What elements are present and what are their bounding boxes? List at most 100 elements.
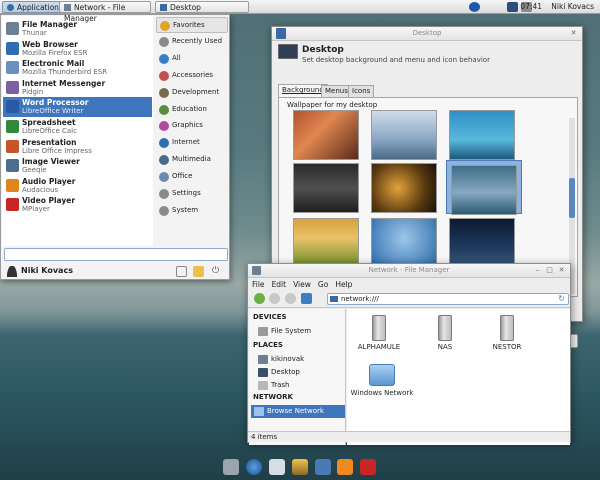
app-item-electronic-mail[interactable]: Electronic Mail Mozilla Thunderbird ESR xyxy=(3,58,152,78)
wallpaper-thumbnail[interactable] xyxy=(371,218,437,268)
forward-icon[interactable] xyxy=(269,293,280,304)
video-player-icon[interactable] xyxy=(360,459,376,475)
file-manager-icon[interactable] xyxy=(223,459,239,475)
sidebar-item-home[interactable]: kikinovak xyxy=(255,353,345,366)
network-item-alphamule[interactable]: ALPHAMULE xyxy=(347,315,411,351)
category-icon xyxy=(160,21,170,31)
close-icon[interactable]: ✕ xyxy=(557,266,566,275)
app-icon xyxy=(6,22,19,35)
category-internet[interactable]: Internet xyxy=(156,135,228,151)
category-icon xyxy=(159,36,169,47)
category-favorites[interactable]: Favorites xyxy=(156,17,228,33)
server-icon xyxy=(372,315,386,341)
sidebar-item-browse-network[interactable]: Browse Network xyxy=(251,405,345,418)
wallpaper-thumbnail[interactable] xyxy=(449,110,515,160)
category-icon xyxy=(159,205,169,216)
wallpaper-thumbnail[interactable] xyxy=(449,218,515,268)
category-education[interactable]: Education xyxy=(156,102,228,118)
menu-edit[interactable]: Edit xyxy=(268,278,290,289)
category-icon xyxy=(159,189,169,199)
network-item-nas[interactable]: NAS xyxy=(413,315,477,351)
category-multimedia[interactable]: Multimedia xyxy=(156,152,228,168)
category-all[interactable]: All xyxy=(156,51,228,67)
app-item-image-viewer[interactable]: Image Viewer Geeqie xyxy=(3,156,152,176)
parent-folder-icon[interactable] xyxy=(285,293,296,304)
app-icon xyxy=(6,100,19,114)
web-browser-icon[interactable] xyxy=(246,459,262,475)
window-menu-icon[interactable] xyxy=(276,28,286,39)
app-item-presentation[interactable]: Presentation Libre Office Impress xyxy=(3,137,152,157)
search-input[interactable] xyxy=(4,248,228,261)
wallpaper-thumbnail[interactable] xyxy=(371,163,437,213)
app-item-audio-player[interactable]: Audio Player Audacious xyxy=(3,176,152,196)
category-graphics[interactable]: Graphics xyxy=(156,118,228,134)
app-icon xyxy=(6,139,19,153)
category-icon xyxy=(159,172,169,183)
file-manager-window: Network - File Manager – □ ✕ File Edit Vie… xyxy=(247,263,571,445)
applications-menu: File Manager Thunar Web Browser Mozilla Fir… xyxy=(0,14,230,280)
tab-icons[interactable]: Icons xyxy=(348,85,375,97)
category-development[interactable]: Development xyxy=(156,85,228,101)
sidebar-item-desktop[interactable]: Desktop xyxy=(255,366,345,379)
panel-user[interactable]: Niki Kovacs xyxy=(551,1,594,13)
wallpaper-thumbnail[interactable] xyxy=(451,165,517,215)
devices-header: DEVICES xyxy=(253,313,287,321)
menu-view[interactable]: View xyxy=(289,278,314,289)
home-icon[interactable] xyxy=(301,293,312,304)
settings-icon[interactable] xyxy=(176,266,187,277)
image-viewer-icon[interactable] xyxy=(315,459,331,475)
network-item-windows-network[interactable]: Windows Network xyxy=(347,364,417,397)
panel-clock[interactable]: 07:41 xyxy=(520,1,542,13)
wallpaper-thumbnail[interactable] xyxy=(371,110,437,160)
audio-player-icon[interactable] xyxy=(337,459,353,475)
category-icon xyxy=(159,53,169,64)
location-bar[interactable]: network:/// ↻ xyxy=(327,293,569,305)
category-settings[interactable]: Settings xyxy=(156,186,228,202)
app-item-spreadsheet[interactable]: Spreadsheet LibreOffice Calc xyxy=(3,117,152,137)
sidebar-item-file-system[interactable]: File System xyxy=(255,325,345,338)
status-bar: 4 items xyxy=(248,431,570,442)
app-item-web-browser[interactable]: Web Browser Mozilla Firefox ESR xyxy=(3,39,152,59)
category-icon xyxy=(159,87,169,98)
close-icon[interactable]: ✕ xyxy=(569,29,578,38)
wallpaper-thumbnail[interactable] xyxy=(293,110,359,160)
window-menu-icon[interactable] xyxy=(252,266,261,275)
category-system[interactable]: System xyxy=(156,203,228,219)
sidebar-item-trash[interactable]: Trash xyxy=(255,379,345,392)
minimize-icon[interactable]: – xyxy=(533,266,542,275)
file-manager-titlebar[interactable]: Network - File Manager xyxy=(248,264,570,278)
menu-help[interactable]: Help xyxy=(331,278,355,289)
task-desktop[interactable]: Desktop xyxy=(155,1,249,13)
menu-go[interactable]: Go xyxy=(314,278,331,289)
category-office[interactable]: Office xyxy=(156,169,228,185)
lock-icon[interactable] xyxy=(193,266,204,277)
search-field[interactable] xyxy=(5,249,227,260)
app-icon xyxy=(6,159,19,173)
dialog-subtitle: Set desktop background and menu and icon… xyxy=(302,56,490,64)
menu-file[interactable]: File xyxy=(248,278,268,289)
back-icon[interactable] xyxy=(254,293,265,304)
desktop-window-titlebar[interactable]: Desktop xyxy=(272,27,582,41)
app-item-video-player[interactable]: Video Player MPlayer xyxy=(3,195,152,215)
app-list: File Manager Thunar Web Browser Mozilla Fir… xyxy=(2,16,153,246)
wallpaper-thumbnail[interactable] xyxy=(293,163,359,213)
network-monitor-icon[interactable] xyxy=(507,2,518,12)
category-accessories[interactable]: Accessories xyxy=(156,68,228,84)
maximize-icon[interactable]: □ xyxy=(545,266,554,275)
reload-icon[interactable]: ↻ xyxy=(558,294,565,304)
hp-icon[interactable] xyxy=(469,2,480,12)
app-item-word-processor[interactable]: Word Processor LibreOffice Writer xyxy=(3,97,152,118)
scrollbar-thumb[interactable] xyxy=(569,178,575,218)
power-icon[interactable]: ⏻ xyxy=(210,266,221,277)
drive-icon xyxy=(258,327,268,336)
category-recently-used[interactable]: Recently Used xyxy=(156,34,228,50)
text-editor-icon[interactable] xyxy=(292,459,308,475)
mail-icon[interactable] xyxy=(269,459,285,475)
applications-menu-button[interactable]: Applications xyxy=(2,1,68,13)
app-item-internet-messenger[interactable]: Internet Messenger Pidgin xyxy=(3,78,152,98)
wallpaper-thumbnail[interactable] xyxy=(293,218,359,268)
file-view: ALPHAMULE NAS NESTOR Windows Network xyxy=(347,309,570,445)
network-folder-icon xyxy=(369,364,395,386)
network-item-nestor[interactable]: NESTOR xyxy=(475,315,539,351)
task-file-manager[interactable]: Network - File Manager xyxy=(59,1,151,23)
